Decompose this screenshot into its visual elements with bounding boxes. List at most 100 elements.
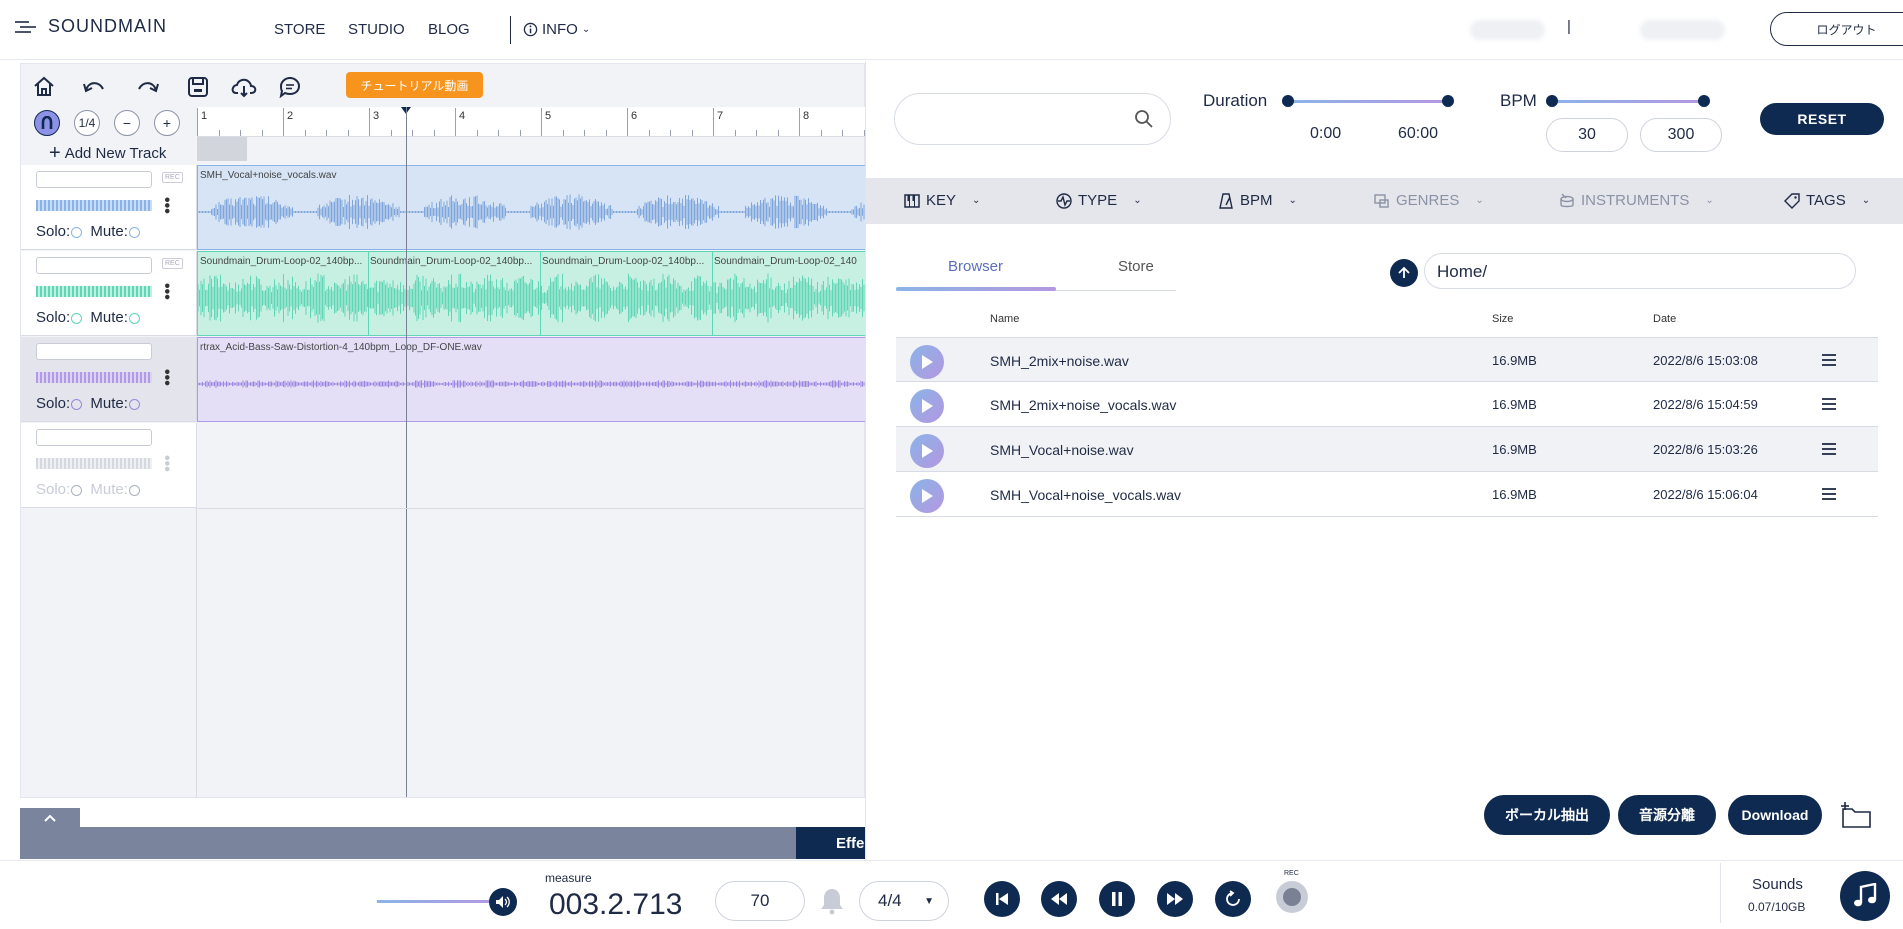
skip-to-start-button[interactable] [984, 881, 1020, 917]
comment-icon[interactable] [277, 74, 303, 100]
current-path-field[interactable]: Home/ [1424, 253, 1856, 289]
snap-division-button[interactable]: 1/4 [74, 110, 100, 136]
tutorial-video-button[interactable]: チュートリアル動画 [346, 72, 483, 98]
record-arm-button[interactable]: REC [162, 172, 183, 183]
bpm-max-handle[interactable] [1698, 95, 1710, 107]
search-input[interactable] [894, 93, 1171, 145]
mute-toggle[interactable] [128, 312, 140, 324]
logo[interactable]: SOUNDMAIN [14, 16, 167, 37]
filter-tags[interactable]: TAGS ⌄ [1784, 192, 1870, 209]
file-row[interactable]: SMH_2mix+noise_vocals.wav 16.9MB 2022/8/… [896, 382, 1878, 427]
cloud-download-icon[interactable] [231, 74, 257, 100]
column-header-size[interactable]: Size [1492, 313, 1513, 325]
filter-bpm[interactable]: BPM ⌄ [1218, 192, 1297, 209]
rewind-button[interactable] [1041, 881, 1077, 917]
loop-button[interactable] [1215, 881, 1251, 917]
pause-button[interactable] [1099, 881, 1135, 917]
bpm-max-input[interactable]: 300 [1640, 118, 1722, 152]
logout-button[interactable]: ログアウト [1770, 12, 1903, 46]
mute-toggle[interactable] [128, 484, 140, 496]
volume-meter[interactable] [36, 372, 152, 383]
expand-panel-button[interactable] [20, 808, 80, 828]
play-preview-button[interactable] [910, 479, 944, 513]
volume-meter[interactable] [36, 200, 152, 211]
zoom-in-button[interactable]: + [154, 110, 180, 136]
mute-toggle[interactable] [128, 398, 140, 410]
snap-magnet-button[interactable] [34, 110, 60, 136]
tempo-input[interactable]: 70 [715, 881, 805, 921]
undo-icon[interactable] [81, 74, 107, 100]
filter-key[interactable]: KEY ⌄ [904, 192, 980, 209]
nav-blog[interactable]: BLOG [428, 21, 470, 38]
duration-min-handle[interactable] [1282, 95, 1294, 107]
filter-genres[interactable]: GENRES ⌄ [1374, 192, 1484, 209]
track-header-2[interactable]: REC ••• Solo: Mute: [21, 251, 197, 336]
save-icon[interactable] [185, 74, 211, 100]
hamburger-menu-icon[interactable] [1821, 397, 1837, 411]
home-icon[interactable] [31, 74, 57, 100]
zoom-out-button[interactable]: − [114, 110, 140, 136]
more-options-icon[interactable]: ••• [158, 455, 175, 472]
download-button[interactable]: Download [1728, 795, 1822, 835]
file-row[interactable]: SMH_2mix+noise.wav 16.9MB 2022/8/6 15:03… [896, 337, 1878, 382]
volume-meter[interactable] [36, 286, 152, 297]
play-preview-button[interactable] [910, 389, 944, 423]
redo-icon[interactable] [135, 74, 161, 100]
parent-folder-button[interactable] [1390, 259, 1418, 287]
sound-library-button[interactable] [1840, 871, 1890, 921]
duration-max-handle[interactable] [1442, 95, 1454, 107]
vocal-extract-button[interactable]: ボーカル抽出 [1484, 795, 1610, 835]
metronome-bell-icon[interactable] [819, 887, 845, 915]
more-options-icon[interactable]: ••• [158, 369, 175, 386]
track-name-input[interactable] [36, 343, 152, 360]
play-preview-button[interactable] [910, 345, 944, 379]
reset-button[interactable]: RESET [1760, 103, 1884, 135]
playhead[interactable] [406, 107, 407, 797]
nav-store[interactable]: STORE [274, 21, 325, 38]
column-header-date[interactable]: Date [1653, 313, 1676, 325]
filter-instruments[interactable]: INSTRUMENTS ⌄ [1559, 192, 1714, 209]
solo-toggle[interactable] [71, 312, 83, 324]
hamburger-menu-icon[interactable] [1821, 487, 1837, 501]
more-options-icon[interactable]: ••• [158, 283, 175, 300]
track-name-input[interactable] [36, 257, 152, 274]
audio-clip-vocals[interactable]: SMH_Vocal+noise_vocals.wav [197, 165, 866, 250]
track-name-input[interactable] [36, 171, 152, 188]
timeline-ruler[interactable]: 1 2 3 4 5 6 7 8 [197, 107, 866, 137]
filter-type[interactable]: TYPE ⌄ [1056, 192, 1142, 209]
more-options-icon[interactable]: ••• [158, 197, 175, 214]
solo-toggle[interactable] [71, 484, 83, 496]
master-volume-slider[interactable] [377, 900, 497, 903]
new-folder-icon[interactable] [1839, 801, 1873, 829]
bpm-min-input[interactable]: 30 [1546, 118, 1628, 152]
fast-forward-button[interactable] [1157, 881, 1193, 917]
tab-browser[interactable]: Browser [948, 258, 1003, 275]
time-signature-select[interactable]: 4/4 ▼ [859, 881, 949, 921]
track-header-3[interactable]: ••• Solo: Mute: [21, 337, 197, 422]
source-separation-button[interactable]: 音源分離 [1618, 795, 1716, 835]
search-icon[interactable] [1134, 109, 1154, 129]
record-button[interactable] [1276, 881, 1308, 913]
nav-studio[interactable]: STUDIO [348, 21, 405, 38]
file-row[interactable]: SMH_Vocal+noise.wav 16.9MB 2022/8/6 15:0… [896, 427, 1878, 472]
track-header-1[interactable]: REC ••• Solo: Mute: [21, 165, 197, 250]
nav-info[interactable]: INFO ⌄ [523, 21, 590, 38]
record-arm-button[interactable]: REC [162, 258, 183, 269]
track-header-4[interactable]: ••• Solo: Mute: [21, 423, 197, 508]
play-preview-button[interactable] [910, 434, 944, 468]
hamburger-menu-icon[interactable] [1821, 442, 1837, 456]
mute-toggle[interactable] [128, 226, 140, 238]
timeline-scroll-handle[interactable] [197, 137, 247, 161]
column-header-name[interactable]: Name [990, 313, 1019, 325]
bpm-slider[interactable] [1552, 100, 1704, 103]
audio-clip-bass[interactable]: rtrax_Acid-Bass-Saw-Distortion-4_140bpm_… [197, 337, 866, 422]
volume-meter[interactable] [36, 458, 152, 469]
add-new-track-button[interactable]: + Add New Track [49, 142, 166, 165]
file-row[interactable]: SMH_Vocal+noise_vocals.wav 16.9MB 2022/8… [896, 472, 1878, 517]
audio-clip-drums[interactable]: Soundmain_Drum-Loop-02_140bp... Soundmai… [197, 251, 866, 336]
volume-button[interactable] [489, 888, 517, 916]
solo-toggle[interactable] [71, 226, 83, 238]
tab-store[interactable]: Store [1118, 258, 1154, 275]
hamburger-menu-icon[interactable] [1821, 353, 1837, 367]
track-name-input[interactable] [36, 429, 152, 446]
